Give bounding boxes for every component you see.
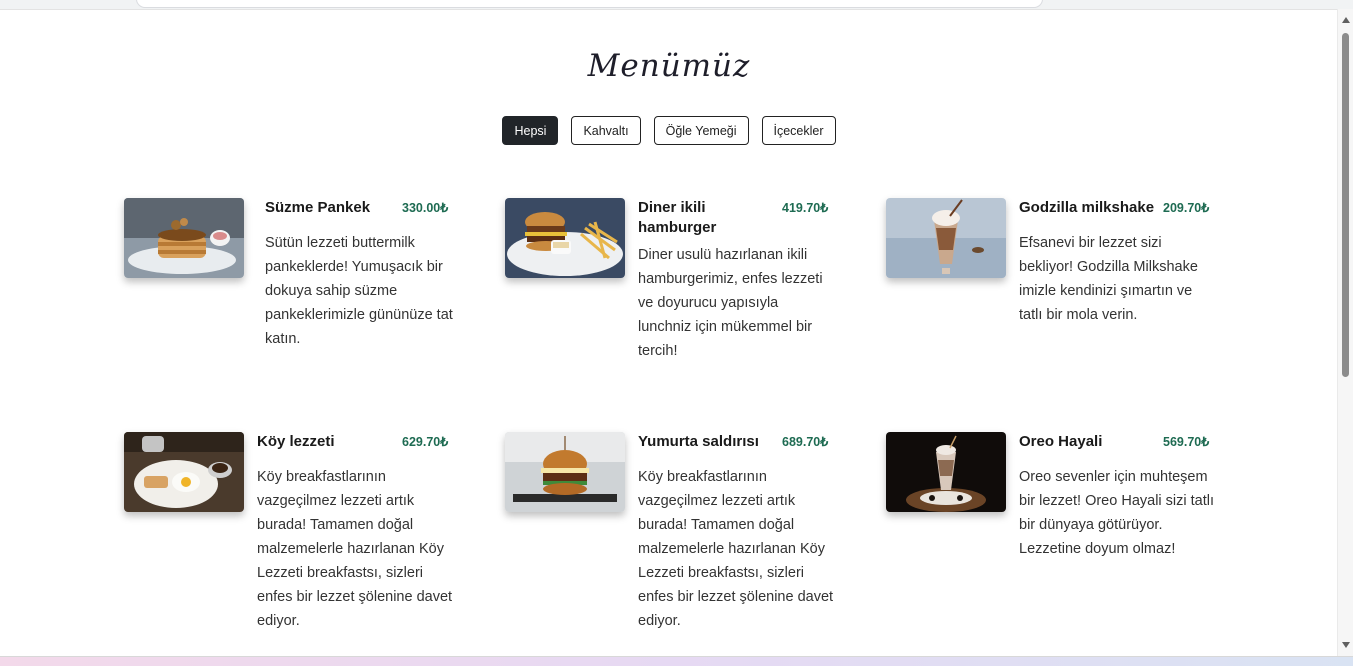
pancake-image (124, 198, 244, 278)
menu-item-card[interactable]: Godzilla milkshake 209.70₺ Efsanevi bir … (886, 198, 1216, 358)
filter-all-button[interactable]: Hepsi (502, 116, 559, 145)
menu-item-card[interactable]: Oreo Hayali 569.70₺ Oreo sevenler için m… (886, 432, 1216, 592)
item-description: Oreo sevenler için muhteşem bir lezzet! … (1019, 469, 1215, 557)
item-name: Köy lezzeti (257, 433, 335, 450)
menu-item-card[interactable]: Köy lezzeti 629.70₺ Köy breakfastlarının… (124, 432, 454, 632)
breakfast-plate-image (124, 432, 244, 512)
page-title: Menümüz (587, 48, 751, 84)
oreo-shake-image (886, 432, 1006, 512)
page-scrollbar[interactable] (1337, 9, 1353, 656)
item-price: 689.70₺ (782, 435, 829, 449)
category-filters: Hepsi Kahvaltı Öğle Yemeği İçecekler (0, 116, 1338, 145)
address-bar-edge (136, 0, 1043, 8)
menu-item-card[interactable]: Yumurta saldırısı 689.70₺ Köy breakfastl… (505, 432, 835, 632)
browser-top-bar (0, 0, 1353, 10)
item-description: Sütün lezzeti buttermilk pankeklerde! Yu… (265, 235, 453, 347)
filter-drinks-button[interactable]: İçecekler (761, 116, 836, 145)
menu-item-card[interactable]: Süzme Pankek 330.00₺ Sütün lezzeti butte… (124, 198, 454, 358)
menu-item-card[interactable]: Diner ikili hamburger 419.70₺ Diner usul… (505, 198, 835, 368)
item-name: Yumurta saldırısı (638, 433, 759, 450)
item-name: Süzme Pankek (265, 199, 371, 216)
item-description: Efsanevi bir lezzet sizi bekliyor! Godzi… (1019, 235, 1198, 323)
item-name: Godzilla milkshake (1019, 199, 1155, 216)
item-price: 629.70₺ (402, 435, 449, 449)
item-price: 209.70₺ (1163, 201, 1210, 215)
item-description: Köy breakfastlarının vazgeçilmez lezzeti… (257, 469, 453, 629)
item-price: 569.70₺ (1163, 435, 1210, 449)
filter-breakfast-button[interactable]: Kahvaltı (571, 116, 641, 145)
scroll-up-icon[interactable] (1342, 17, 1350, 23)
item-description: Köy breakfastlarının vazgeçilmez lezzeti… (638, 469, 834, 629)
milkshake-image (886, 198, 1006, 278)
item-price: 419.70₺ (782, 201, 829, 215)
egg-burger-image (505, 432, 625, 512)
scroll-thumb[interactable] (1342, 33, 1349, 377)
burger-fries-image (505, 198, 625, 278)
item-price: 330.00₺ (402, 201, 449, 215)
scroll-down-icon[interactable] (1342, 642, 1350, 648)
item-description: Diner usulü hazırlanan ikili hamburgerim… (638, 247, 823, 359)
item-name: Oreo Hayali (1019, 433, 1103, 450)
filter-lunch-button[interactable]: Öğle Yemeği (653, 116, 749, 145)
item-name: Diner ikili hamburger (638, 199, 717, 236)
